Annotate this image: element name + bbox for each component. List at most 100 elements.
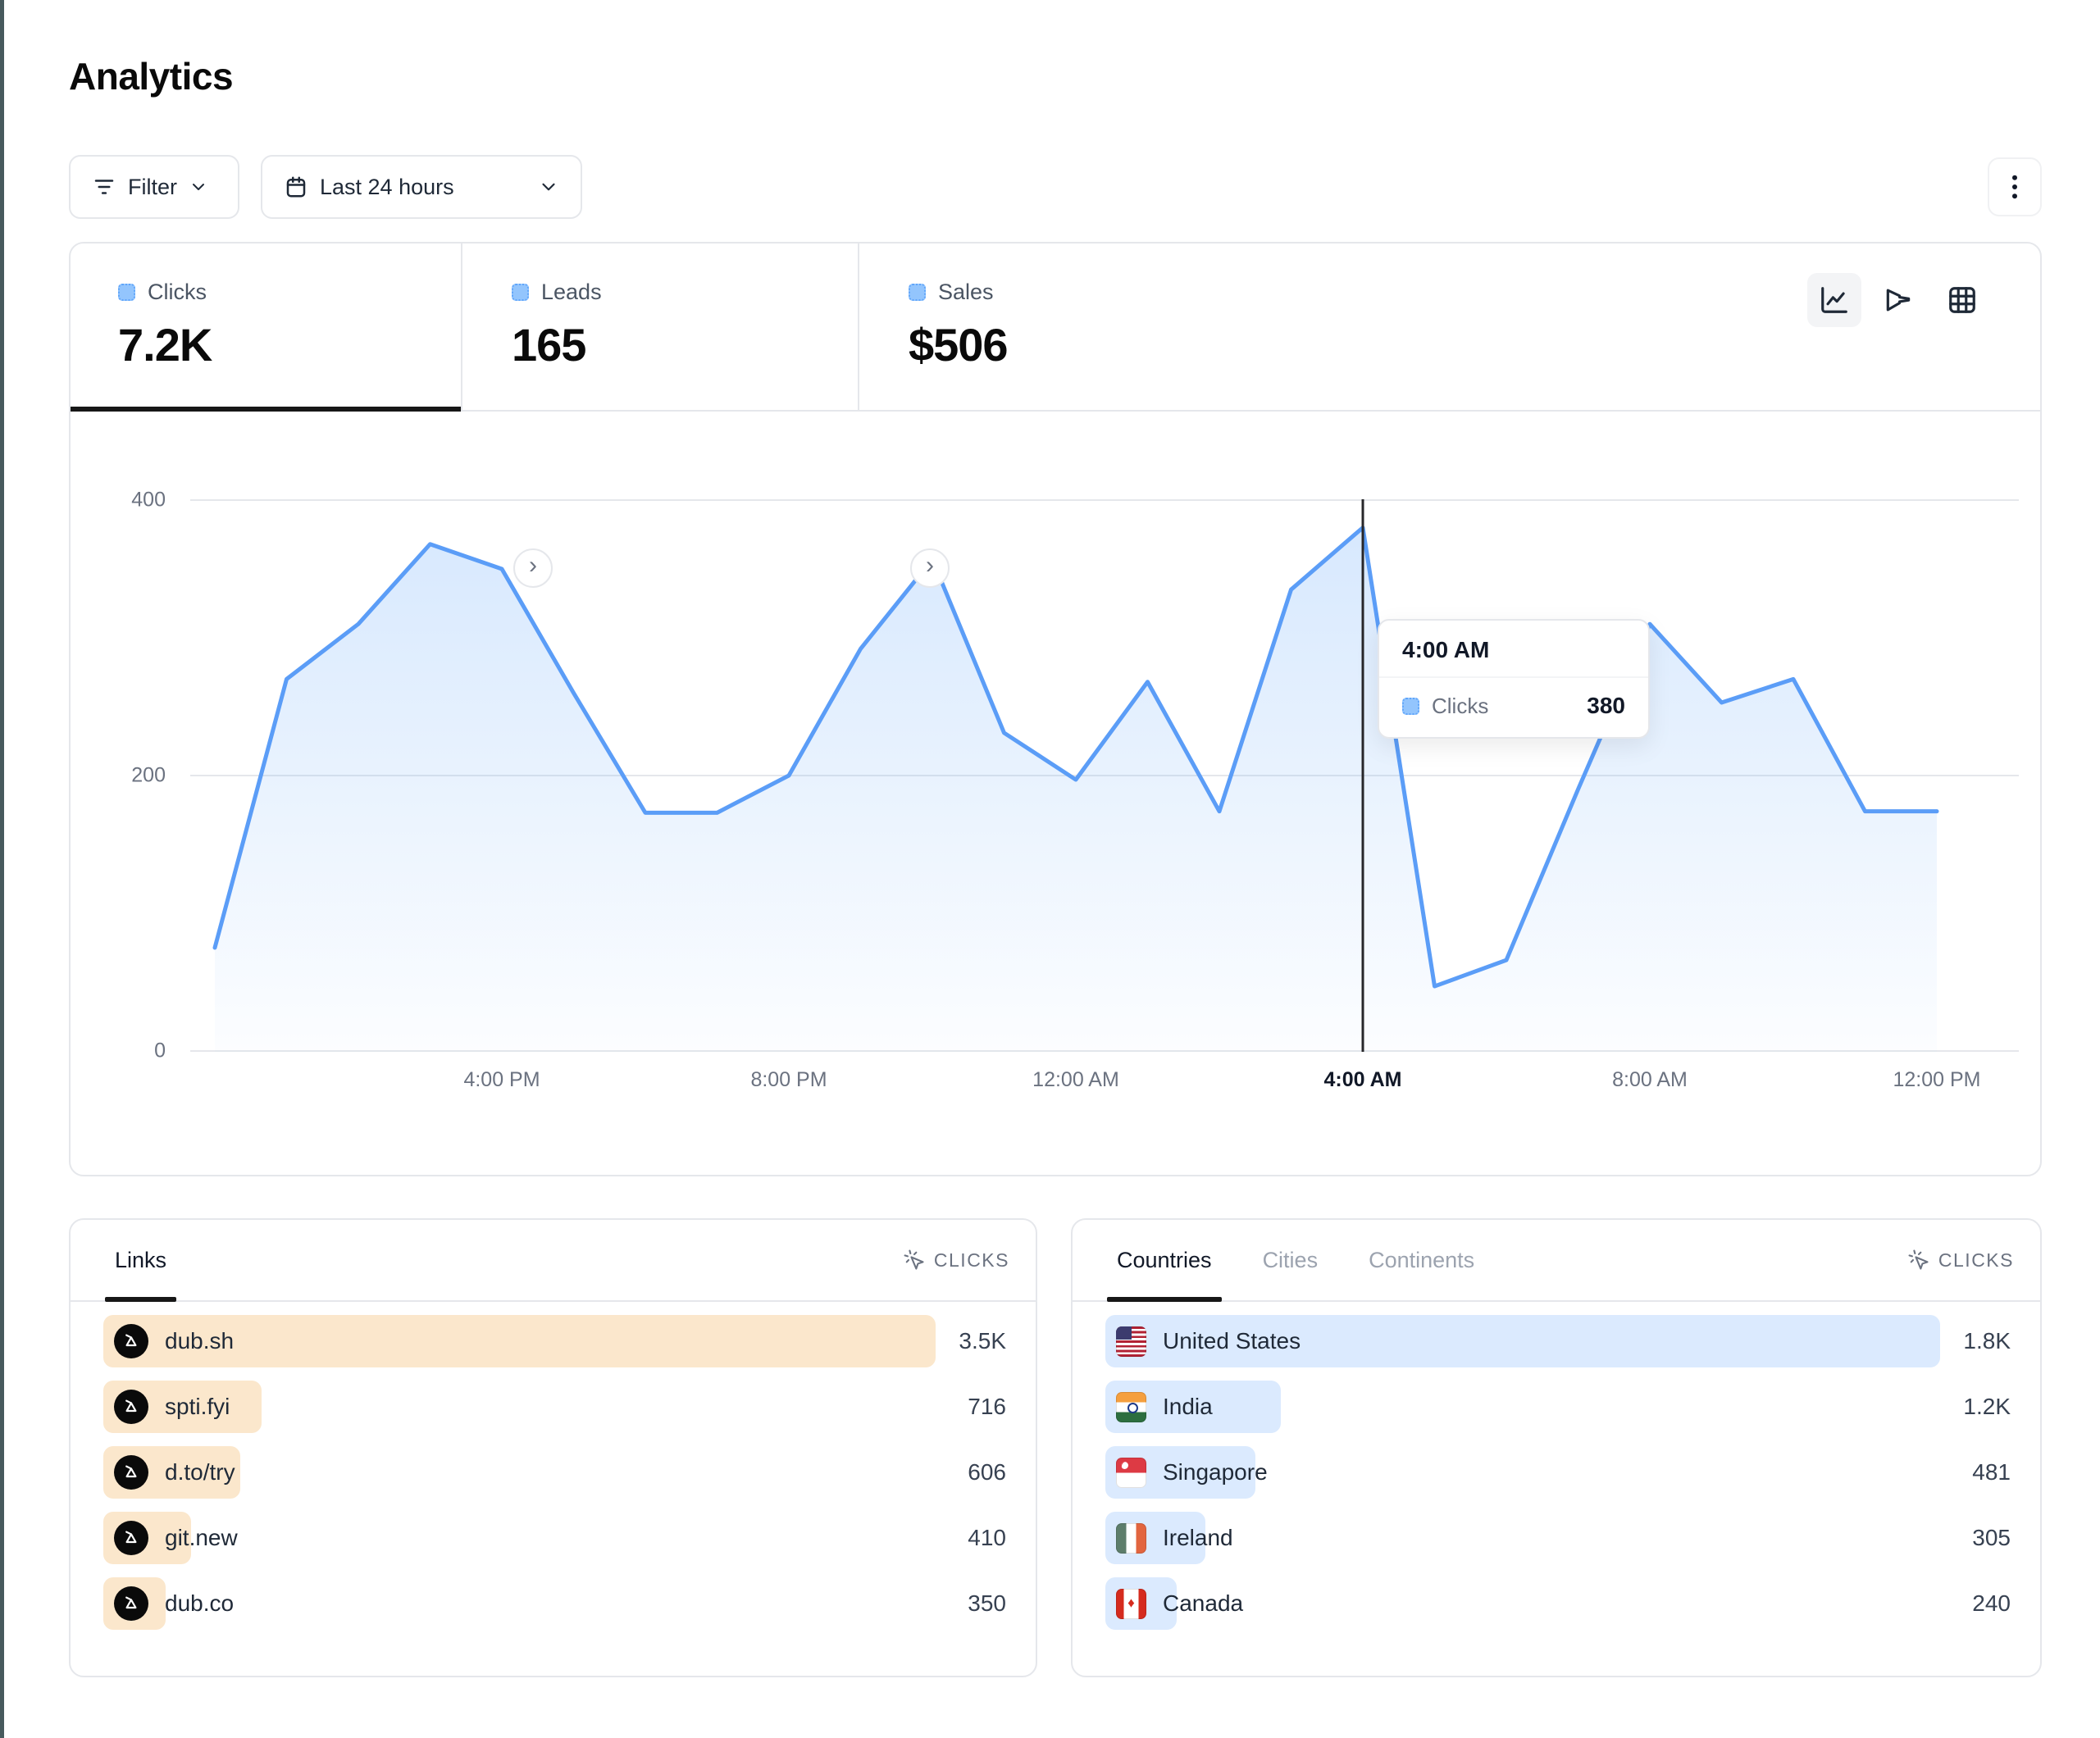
filter-button-label: Filter <box>128 175 177 200</box>
page-left-edge-accent <box>0 0 4 1738</box>
ie-flag-icon <box>1116 1523 1146 1554</box>
x-axis-labels: 4:00 PM8:00 PM12:00 AM4:00 AM8:00 AM12:0… <box>190 1068 2019 1101</box>
line-chart-icon <box>1819 284 1850 316</box>
dub-logo-icon <box>114 1521 148 1555</box>
country-label: United States <box>1163 1328 1301 1354</box>
x-tick-label: 8:00 AM <box>1612 1068 1688 1092</box>
dub-logo-icon <box>114 1324 148 1358</box>
chart-view-toolbar <box>1807 273 1989 327</box>
date-range-label: Last 24 hours <box>320 175 454 200</box>
tooltip-series-label: Clicks <box>1432 694 1488 719</box>
link-row[interactable]: dub.co 350 <box>103 1577 1006 1630</box>
link-clicks-value: 350 <box>968 1590 1006 1617</box>
dub-logo-icon <box>114 1586 148 1621</box>
links-panel: Links CLICKS dub.sh 3.5K <box>69 1218 1037 1677</box>
links-metric-header-button[interactable]: CLICKS <box>903 1249 1009 1272</box>
stat-tab-clicks[interactable]: Clicks 7.2K <box>71 243 462 410</box>
link-label: git.new <box>165 1525 238 1551</box>
stat-tab-label: Sales <box>938 280 994 305</box>
link-clicks-value: 716 <box>968 1394 1006 1420</box>
more-options-button[interactable] <box>1988 157 2042 216</box>
sg-flag-icon <box>1116 1458 1146 1488</box>
funnel-view-button[interactable] <box>1871 273 1925 327</box>
link-label: dub.sh <box>165 1328 234 1354</box>
country-clicks-value: 481 <box>1972 1459 2011 1485</box>
page-title: Analytics <box>69 54 233 98</box>
clicks-legend-chip-icon <box>118 284 135 301</box>
chevron-right-icon: › <box>529 553 537 578</box>
countries-metric-header-button[interactable]: CLICKS <box>1907 1249 2014 1272</box>
country-clicks-value: 305 <box>1972 1525 2011 1551</box>
calendar-icon <box>284 175 308 199</box>
link-row[interactable]: spti.fyi 716 <box>103 1381 1006 1433</box>
link-clicks-value: 410 <box>968 1525 1006 1551</box>
country-clicks-value: 240 <box>1972 1590 2011 1617</box>
country-row[interactable]: Ireland 305 <box>1105 1512 2011 1564</box>
stat-tab-label: Leads <box>541 280 602 305</box>
tab-links[interactable]: Links <box>115 1220 166 1300</box>
country-row[interactable]: United States 1.8K <box>1105 1315 2011 1367</box>
y-tick-label: 0 <box>154 1040 166 1063</box>
y-tick-label: 400 <box>131 489 166 512</box>
country-row[interactable]: India 1.2K <box>1105 1381 2011 1433</box>
dub-logo-icon <box>114 1455 148 1490</box>
country-label: India <box>1163 1394 1213 1420</box>
ca-flag-icon <box>1116 1589 1146 1619</box>
date-range-button[interactable]: Last 24 hours <box>261 155 582 219</box>
country-row[interactable]: Singapore 481 <box>1105 1446 2011 1499</box>
expand-leads-chevron-button[interactable]: › <box>513 548 553 588</box>
analytics-card: Clicks 7.2K Leads 165 Sales $506 <box>69 242 2042 1176</box>
link-row[interactable]: git.new 410 <box>103 1512 1006 1564</box>
countries-rows: United States 1.8K India 1.2K Singapore … <box>1073 1302 2040 1630</box>
tab-countries-label: Countries <box>1117 1248 1212 1273</box>
bar-track <box>1105 1381 1940 1433</box>
chevron-right-icon: › <box>926 553 934 578</box>
x-tick-label: 12:00 AM <box>1032 1068 1119 1092</box>
links-panel-header: Links CLICKS <box>71 1220 1036 1302</box>
country-label: Ireland <box>1163 1525 1233 1551</box>
countries-panel: Countries Cities Continents CLICKS Unite… <box>1071 1218 2042 1677</box>
stat-tab-sales[interactable]: Sales $506 <box>861 243 1320 410</box>
tab-continents[interactable]: Continents <box>1369 1220 1474 1300</box>
tab-countries[interactable]: Countries <box>1117 1220 1212 1300</box>
country-row[interactable]: Canada 240 <box>1105 1577 2011 1630</box>
links-metric-header-label: CLICKS <box>934 1249 1009 1272</box>
chevron-down-icon <box>189 177 208 197</box>
chart-tooltip: 4:00 AM Clicks 380 <box>1378 619 1650 739</box>
tab-continents-label: Continents <box>1369 1248 1474 1273</box>
country-clicks-value: 1.2K <box>1963 1394 2011 1420</box>
link-label: dub.co <box>165 1590 234 1617</box>
link-label: d.to/try <box>165 1459 235 1485</box>
expand-sales-chevron-button[interactable]: › <box>910 548 950 588</box>
filter-bars-icon <box>92 175 116 199</box>
link-row[interactable]: d.to/try 606 <box>103 1446 1006 1499</box>
stat-tabs-row: Clicks 7.2K Leads 165 Sales $506 <box>71 243 2040 412</box>
line-chart-view-button[interactable] <box>1807 273 1861 327</box>
country-clicks-value: 1.8K <box>1963 1328 2011 1354</box>
x-tick-label: 8:00 PM <box>750 1068 827 1092</box>
countries-panel-header: Countries Cities Continents CLICKS <box>1073 1220 2040 1302</box>
sales-legend-chip-icon <box>909 284 926 301</box>
in-flag-icon <box>1116 1392 1146 1422</box>
clicks-area-chart[interactable]: 4:00 AM Clicks 380 <box>190 499 2019 1052</box>
kebab-menu-icon <box>2002 173 2027 201</box>
stat-tab-leads[interactable]: Leads 165 <box>464 243 859 410</box>
country-label: Singapore <box>1163 1459 1268 1485</box>
tooltip-value: 380 <box>1587 693 1625 719</box>
tab-cities-label: Cities <box>1263 1248 1319 1273</box>
cursor-click-icon <box>1907 1249 1930 1272</box>
table-view-button[interactable] <box>1935 273 1989 327</box>
countries-metric-header-label: CLICKS <box>1938 1249 2014 1272</box>
leads-legend-chip-icon <box>512 284 529 301</box>
link-row[interactable]: dub.sh 3.5K <box>103 1315 1006 1367</box>
x-tick-label: 4:00 AM <box>1324 1068 1402 1092</box>
filter-button[interactable]: Filter <box>69 155 239 219</box>
area-chart-canvas <box>190 499 2019 1052</box>
stat-tab-value: 165 <box>512 318 858 371</box>
tab-cities[interactable]: Cities <box>1263 1220 1319 1300</box>
x-tick-label: 4:00 PM <box>463 1068 540 1092</box>
tooltip-legend-chip-icon <box>1402 698 1419 715</box>
tooltip-time: 4:00 AM <box>1379 621 1648 678</box>
cursor-click-icon <box>903 1249 926 1272</box>
area-fill <box>215 528 1937 1052</box>
